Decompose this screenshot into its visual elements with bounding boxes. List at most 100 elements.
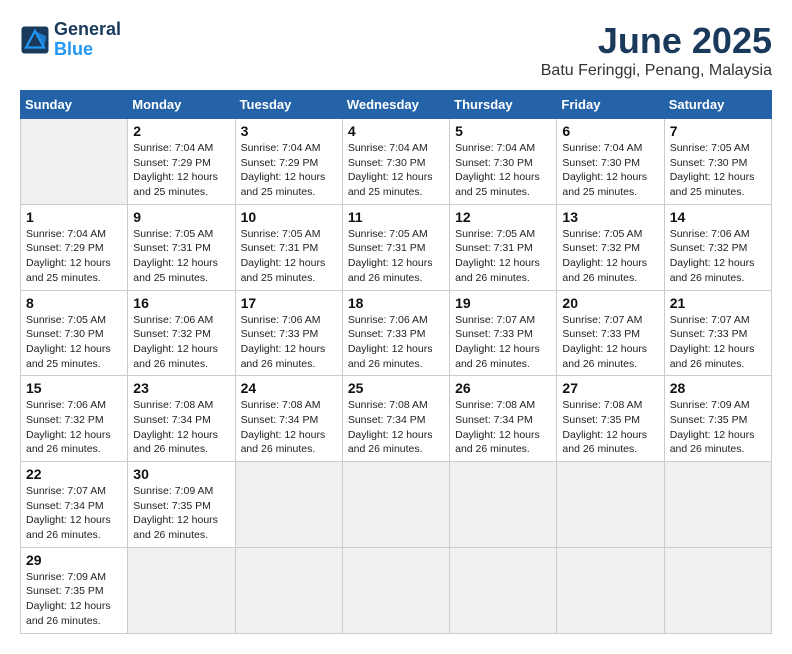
calendar-day-cell <box>128 547 235 633</box>
day-info: Sunrise: 7:08 AMSunset: 7:34 PMDaylight:… <box>241 398 337 457</box>
day-info: Sunrise: 7:05 AMSunset: 7:30 PMDaylight:… <box>26 313 122 372</box>
day-number: 12 <box>455 209 551 225</box>
day-info: Sunrise: 7:09 AMSunset: 7:35 PMDaylight:… <box>133 484 229 543</box>
day-number: 1 <box>26 209 122 225</box>
weekday-header: Tuesday <box>235 91 342 119</box>
day-number: 19 <box>455 295 551 311</box>
calendar-day-cell <box>235 462 342 548</box>
day-number: 9 <box>133 209 229 225</box>
day-info: Sunrise: 7:06 AMSunset: 7:32 PMDaylight:… <box>670 227 766 286</box>
calendar-day-cell: 29 Sunrise: 7:09 AMSunset: 7:35 PMDayligh… <box>21 547 128 633</box>
day-number: 8 <box>26 295 122 311</box>
calendar-week-row: 29 Sunrise: 7:09 AMSunset: 7:35 PMDayligh… <box>21 547 772 633</box>
day-number: 30 <box>133 466 229 482</box>
calendar-day-cell: 20 Sunrise: 7:07 AMSunset: 7:33 PMDayligh… <box>557 290 664 376</box>
weekday-header: Saturday <box>664 91 771 119</box>
logo-line2: Blue <box>54 39 93 59</box>
day-info: Sunrise: 7:05 AMSunset: 7:31 PMDaylight:… <box>133 227 229 286</box>
day-number: 21 <box>670 295 766 311</box>
day-number: 29 <box>26 552 122 568</box>
day-info: Sunrise: 7:05 AMSunset: 7:31 PMDaylight:… <box>348 227 444 286</box>
day-info: Sunrise: 7:08 AMSunset: 7:34 PMDaylight:… <box>455 398 551 457</box>
title-area: June 2025 Batu Feringgi, Penang, Malaysi… <box>541 20 772 80</box>
day-number: 6 <box>562 123 658 139</box>
calendar-day-cell <box>342 547 449 633</box>
day-info: Sunrise: 7:05 AMSunset: 7:32 PMDaylight:… <box>562 227 658 286</box>
day-number: 20 <box>562 295 658 311</box>
calendar-week-row: 22 Sunrise: 7:07 AMSunset: 7:34 PMDayligh… <box>21 462 772 548</box>
day-info: Sunrise: 7:06 AMSunset: 7:32 PMDaylight:… <box>26 398 122 457</box>
calendar-day-cell: 6Sunrise: 7:04 AMSunset: 7:30 PMDaylight… <box>557 119 664 205</box>
day-number: 22 <box>26 466 122 482</box>
day-number: 16 <box>133 295 229 311</box>
calendar-table: SundayMondayTuesdayWednesdayThursdayFrid… <box>20 90 772 634</box>
calendar-day-cell: 27Sunrise: 7:08 AMSunset: 7:35 PMDayligh… <box>557 376 664 462</box>
calendar-day-cell: 28Sunrise: 7:09 AMSunset: 7:35 PMDayligh… <box>664 376 771 462</box>
weekday-header: Thursday <box>450 91 557 119</box>
calendar-day-cell: 1Sunrise: 7:04 AMSunset: 7:29 PMDaylight… <box>21 204 128 290</box>
day-number: 13 <box>562 209 658 225</box>
day-number: 11 <box>348 209 444 225</box>
calendar-day-cell <box>342 462 449 548</box>
day-number: 15 <box>26 380 122 396</box>
calendar-day-cell: 26 Sunrise: 7:08 AMSunset: 7:34 PMDayligh… <box>450 376 557 462</box>
day-number: 5 <box>455 123 551 139</box>
day-info: Sunrise: 7:04 AMSunset: 7:30 PMDaylight:… <box>348 141 444 200</box>
calendar-day-cell <box>450 462 557 548</box>
day-info: Sunrise: 7:04 AMSunset: 7:29 PMDaylight:… <box>133 141 229 200</box>
calendar-day-cell: 17Sunrise: 7:06 AMSunset: 7:33 PMDayligh… <box>235 290 342 376</box>
day-number: 23 <box>133 380 229 396</box>
calendar-day-cell: 2Sunrise: 7:04 AMSunset: 7:29 PMDaylight… <box>128 119 235 205</box>
day-info: Sunrise: 7:06 AMSunset: 7:33 PMDaylight:… <box>348 313 444 372</box>
calendar-day-cell: 23Sunrise: 7:08 AMSunset: 7:34 PMDayligh… <box>128 376 235 462</box>
calendar-day-cell: 15 Sunrise: 7:06 AMSunset: 7:32 PMDayligh… <box>21 376 128 462</box>
day-number: 18 <box>348 295 444 311</box>
day-info: Sunrise: 7:05 AMSunset: 7:30 PMDaylight:… <box>670 141 766 200</box>
logo: General Blue <box>20 20 121 60</box>
day-info: Sunrise: 7:04 AMSunset: 7:29 PMDaylight:… <box>241 141 337 200</box>
calendar-day-cell: 3 Sunrise: 7:04 AMSunset: 7:29 PMDaylight… <box>235 119 342 205</box>
calendar-week-row: 1Sunrise: 7:04 AMSunset: 7:29 PMDaylight… <box>21 204 772 290</box>
calendar-day-cell <box>235 547 342 633</box>
calendar-day-cell: 13 Sunrise: 7:05 AMSunset: 7:32 PMDayligh… <box>557 204 664 290</box>
calendar-day-cell: 8 Sunrise: 7:05 AMSunset: 7:30 PMDaylight… <box>21 290 128 376</box>
calendar-day-cell: 24 Sunrise: 7:08 AMSunset: 7:34 PMDayligh… <box>235 376 342 462</box>
weekday-header: Monday <box>128 91 235 119</box>
calendar-day-cell: 30 Sunrise: 7:09 AMSunset: 7:35 PMDayligh… <box>128 462 235 548</box>
day-info: Sunrise: 7:07 AMSunset: 7:33 PMDaylight:… <box>562 313 658 372</box>
day-number: 10 <box>241 209 337 225</box>
calendar-day-cell: 4 Sunrise: 7:04 AMSunset: 7:30 PMDaylight… <box>342 119 449 205</box>
day-info: Sunrise: 7:07 AMSunset: 7:33 PMDaylight:… <box>670 313 766 372</box>
day-info: Sunrise: 7:05 AMSunset: 7:31 PMDaylight:… <box>241 227 337 286</box>
day-number: 26 <box>455 380 551 396</box>
calendar-week-row: 2Sunrise: 7:04 AMSunset: 7:29 PMDaylight… <box>21 119 772 205</box>
day-info: Sunrise: 7:07 AMSunset: 7:34 PMDaylight:… <box>26 484 122 543</box>
day-number: 3 <box>241 123 337 139</box>
day-info: Sunrise: 7:08 AMSunset: 7:34 PMDaylight:… <box>348 398 444 457</box>
calendar-day-cell <box>450 547 557 633</box>
calendar-week-row: 15 Sunrise: 7:06 AMSunset: 7:32 PMDayligh… <box>21 376 772 462</box>
day-number: 4 <box>348 123 444 139</box>
day-info: Sunrise: 7:05 AMSunset: 7:31 PMDaylight:… <box>455 227 551 286</box>
day-number: 14 <box>670 209 766 225</box>
calendar-day-cell <box>557 462 664 548</box>
day-number: 24 <box>241 380 337 396</box>
calendar-day-cell: 10 Sunrise: 7:05 AMSunset: 7:31 PMDayligh… <box>235 204 342 290</box>
calendar-day-cell: 18 Sunrise: 7:06 AMSunset: 7:33 PMDayligh… <box>342 290 449 376</box>
weekday-header: Friday <box>557 91 664 119</box>
day-info: Sunrise: 7:07 AMSunset: 7:33 PMDaylight:… <box>455 313 551 372</box>
calendar-header-row: SundayMondayTuesdayWednesdayThursdayFrid… <box>21 91 772 119</box>
calendar-day-cell: 9 Sunrise: 7:05 AMSunset: 7:31 PMDaylight… <box>128 204 235 290</box>
calendar-week-row: 8 Sunrise: 7:05 AMSunset: 7:30 PMDaylight… <box>21 290 772 376</box>
weekday-header: Wednesday <box>342 91 449 119</box>
calendar-day-cell: 7Sunrise: 7:05 AMSunset: 7:30 PMDaylight… <box>664 119 771 205</box>
calendar-day-cell: 16Sunrise: 7:06 AMSunset: 7:32 PMDayligh… <box>128 290 235 376</box>
day-info: Sunrise: 7:09 AMSunset: 7:35 PMDaylight:… <box>26 570 122 629</box>
calendar-day-cell: 5Sunrise: 7:04 AMSunset: 7:30 PMDaylight… <box>450 119 557 205</box>
calendar-day-cell: 12 Sunrise: 7:05 AMSunset: 7:31 PMDayligh… <box>450 204 557 290</box>
calendar-day-cell: 21 Sunrise: 7:07 AMSunset: 7:33 PMDayligh… <box>664 290 771 376</box>
day-number: 28 <box>670 380 766 396</box>
calendar-day-cell <box>557 547 664 633</box>
day-number: 25 <box>348 380 444 396</box>
calendar-day-cell: 22 Sunrise: 7:07 AMSunset: 7:34 PMDayligh… <box>21 462 128 548</box>
